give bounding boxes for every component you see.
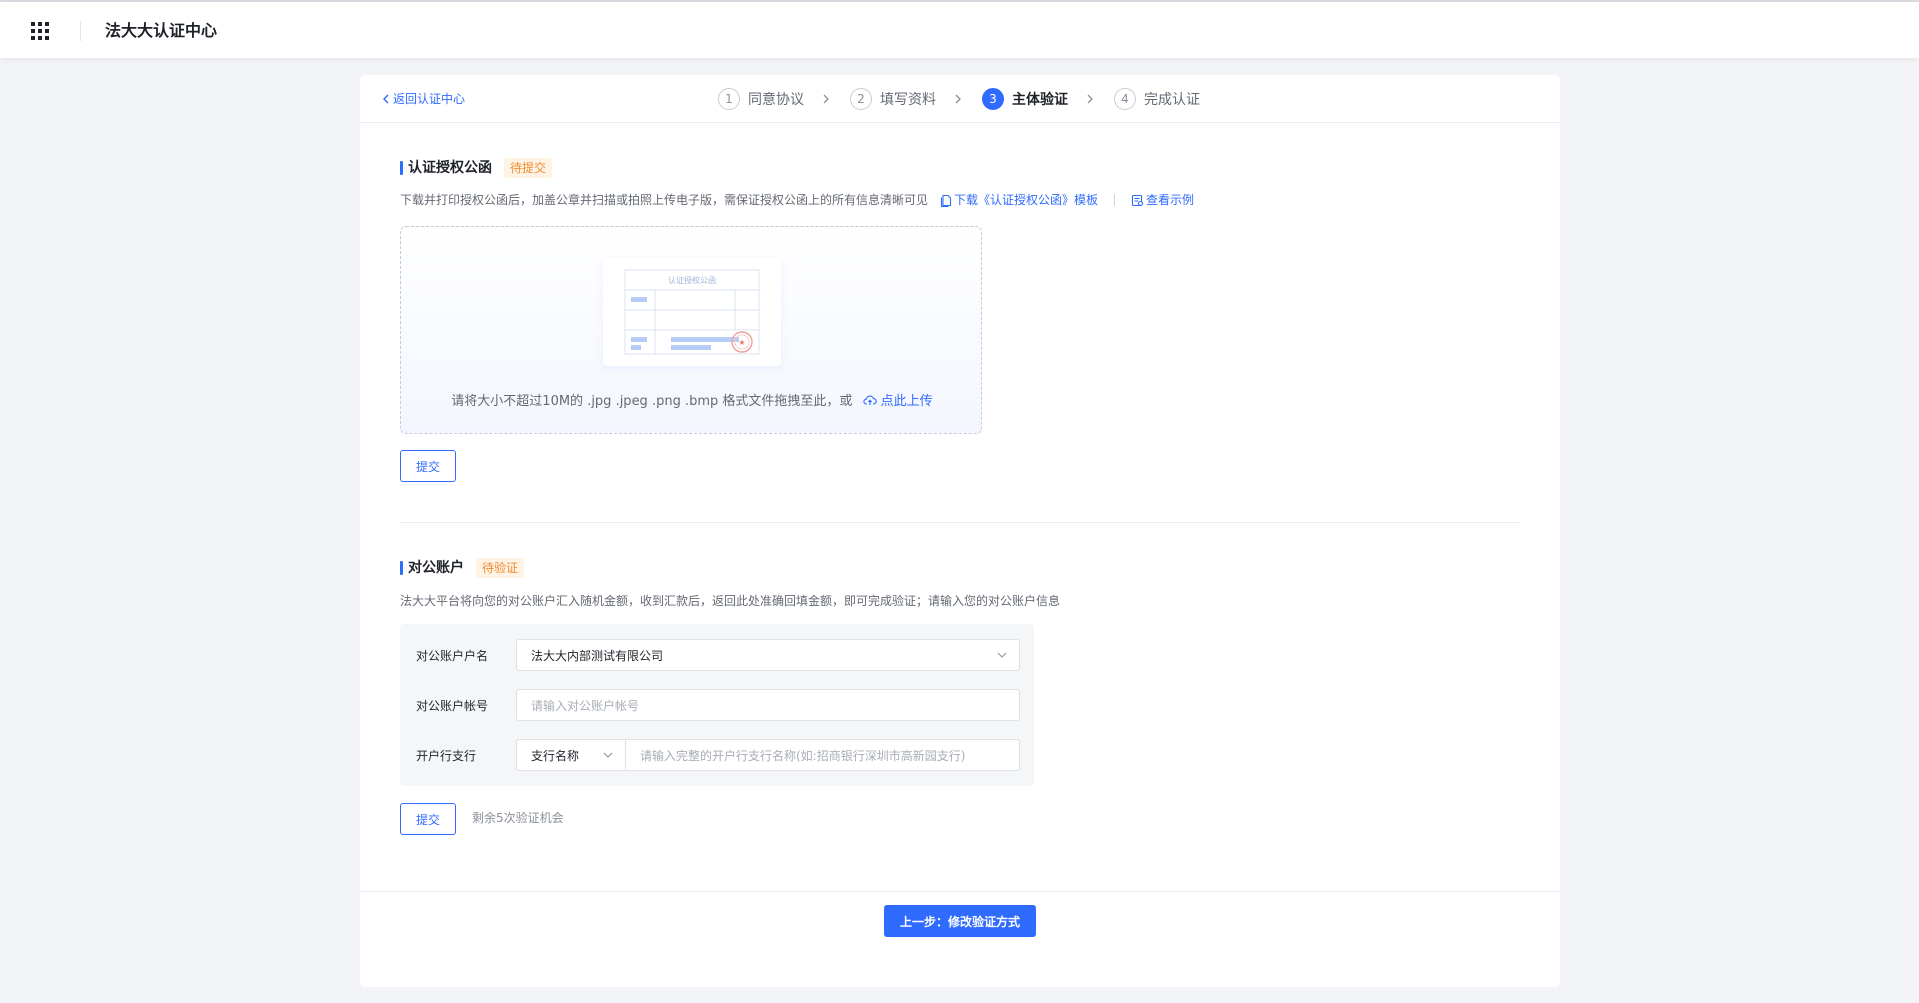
app-title: 法大大认证中心	[105, 21, 218, 40]
upload-link-label: 点此上传	[880, 394, 933, 409]
account-desc: 法大大平台将向您的对公账户汇入随机金额，收到汇款后，返回此处准确回填金额，即可完…	[400, 594, 1061, 608]
bank-branch-label: 开户行支行	[416, 748, 477, 763]
account-submit-button[interactable]: 提交	[400, 803, 456, 835]
upload-hint: 请将大小不超过10M的 .jpg .jpeg .png .bmp 格式文件拖拽至…	[401, 392, 983, 412]
auth-letter-desc: 下载并打印授权公函后，加盖公章并扫描或拍照上传电子版，需保证授权公函上的所有信息…	[400, 191, 1194, 209]
upload-link[interactable]: 点此上传	[857, 394, 933, 409]
chevron-down-icon	[603, 752, 613, 758]
account-name-label: 对公账户户名	[416, 648, 489, 663]
account-name-select[interactable]: 法大大内部测试有限公司	[516, 639, 1020, 671]
view-example-link[interactable]: 查看示例	[1131, 191, 1194, 209]
back-link-label: 返回认证中心	[393, 92, 466, 106]
step-number: 3	[982, 88, 1004, 110]
back-link[interactable]: 返回认证中心	[382, 89, 465, 109]
preview-title: 认证授权公函	[668, 275, 716, 285]
document-icon	[940, 194, 952, 207]
footer-divider	[360, 891, 1560, 892]
step-2: 2 填写资料	[850, 85, 936, 113]
account-number-input[interactable]: 请输入对公账户帐号	[516, 689, 1020, 721]
main-card: 返回认证中心 1 同意协议 2 填写资料 3 主体验证 4 完成认证 认证授权公…	[360, 75, 1560, 987]
auth-letter-title: 认证授权公函 待提交	[400, 158, 553, 178]
bank-branch-input[interactable]: 请输入完整的开户行支行名称(如:招商银行深圳市高新园支行)	[626, 739, 1020, 771]
apps-grid-icon[interactable]	[30, 21, 50, 41]
step-4: 4 完成认证	[1114, 85, 1200, 113]
auth-letter-submit-button[interactable]: 提交	[400, 450, 456, 482]
letter-illustration: 认证授权公函 ★	[624, 269, 760, 355]
account-name-value: 法大大内部测试有限公司	[531, 648, 664, 663]
chevron-left-icon	[383, 94, 389, 104]
step-number: 4	[1114, 88, 1136, 110]
account-title: 对公账户 待验证	[400, 558, 525, 578]
step-label: 完成认证	[1144, 92, 1200, 108]
download-template-label: 下载《认证授权公函》模板	[954, 193, 1099, 207]
chevron-right-icon	[1086, 93, 1098, 105]
account-number-label: 对公账户帐号	[416, 698, 489, 713]
bank-type-select[interactable]: 支行名称	[516, 739, 626, 771]
section-title-text: 对公账户	[408, 560, 464, 576]
bank-type-value: 支行名称	[531, 748, 580, 763]
prev-step-button[interactable]: 上一步：修改验证方式	[884, 905, 1036, 937]
status-badge: 待提交	[504, 158, 553, 178]
card-header: 返回认证中心 1 同意协议 2 填写资料 3 主体验证 4 完成认证	[360, 75, 1560, 123]
upload-dropzone[interactable]: 认证授权公函 ★ 请将大小不超过10M的 .jpg .jpeg .png .bm…	[400, 226, 982, 434]
step-label: 填写资料	[880, 92, 936, 108]
bank-branch-group: 支行名称 请输入完整的开户行支行名称(如:招商银行深圳市高新园支行)	[516, 739, 1020, 771]
form-row-number: 对公账户帐号 请输入对公账户帐号	[416, 689, 1020, 721]
cloud-upload-icon	[862, 395, 877, 405]
section-title-text: 认证授权公函	[408, 160, 492, 176]
step-number: 2	[850, 88, 872, 110]
letter-preview-image: 认证授权公函 ★	[603, 258, 781, 366]
top-bar: 法大大认证中心	[0, 2, 1919, 58]
remaining-attempts: 剩余5次验证机会	[472, 811, 564, 825]
download-template-link[interactable]: 下载《认证授权公函》模板	[940, 191, 1098, 209]
status-badge: 待验证	[476, 558, 525, 578]
section-divider	[400, 522, 1520, 523]
link-separator	[1114, 194, 1116, 206]
step-label: 主体验证	[1012, 92, 1068, 108]
view-example-label: 查看示例	[1146, 193, 1195, 207]
desc-text: 下载并打印授权公函后，加盖公章并扫描或拍照上传电子版，需保证授权公函上的所有信息…	[400, 193, 929, 207]
topbar-divider	[80, 21, 81, 41]
svg-text:★: ★	[738, 338, 745, 347]
form-row-name: 对公账户户名 法大大内部测试有限公司	[416, 639, 1020, 671]
example-doc-icon	[1131, 194, 1144, 206]
chevron-right-icon	[822, 93, 834, 105]
upload-hint-text: 请将大小不超过10M的 .jpg .jpeg .png .bmp 格式文件拖拽至…	[451, 394, 853, 409]
step-number: 1	[718, 88, 740, 110]
step-1: 1 同意协议	[718, 85, 804, 113]
step-label: 同意协议	[748, 92, 804, 108]
step-indicator: 1 同意协议 2 填写资料 3 主体验证 4 完成认证	[718, 85, 1200, 113]
chevron-right-icon	[954, 93, 966, 105]
step-3: 3 主体验证	[982, 85, 1068, 113]
form-row-bank: 开户行支行 支行名称 请输入完整的开户行支行名称(如:招商银行深圳市高新园支行)	[416, 739, 1020, 771]
account-form: 对公账户户名 法大大内部测试有限公司 对公账户帐号 请输入对公账户帐号 开户行支…	[400, 624, 1034, 786]
chevron-down-icon	[997, 652, 1007, 658]
